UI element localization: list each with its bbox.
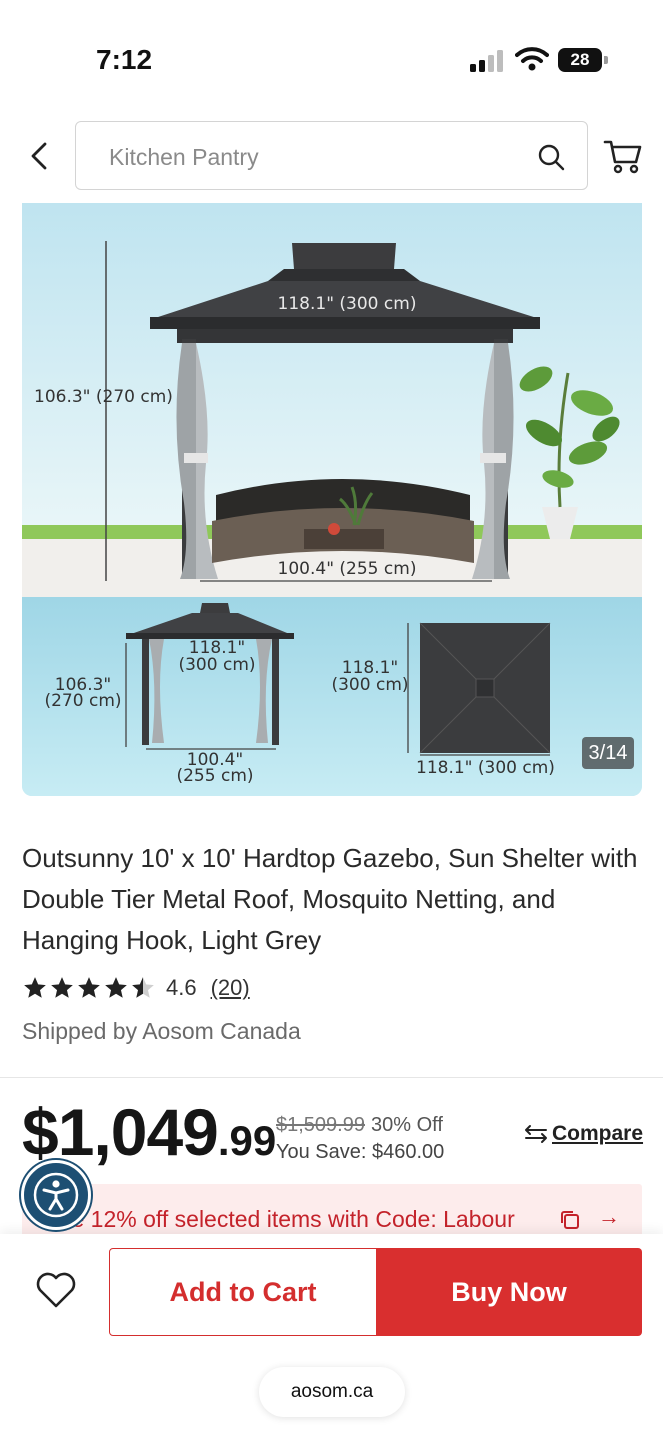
shipped-by-text: Shipped by Aosom Canada xyxy=(22,1018,301,1044)
wifi-icon xyxy=(515,47,549,71)
top-side-label-2: (300 cm) xyxy=(331,675,409,695)
rating-row[interactable]: 4.6 (20) xyxy=(22,972,250,1004)
star-half-icon xyxy=(132,977,154,998)
price-cents: .99 xyxy=(217,1117,277,1164)
product-image-gallery[interactable]: 118.1" (300 cm) 106.3" (270 cm) 100.4" (… xyxy=(22,203,642,796)
search-icon[interactable] xyxy=(537,143,565,171)
cart-icon[interactable] xyxy=(603,136,643,176)
copy-icon[interactable] xyxy=(558,1208,582,1232)
star-full-icon xyxy=(51,977,73,998)
roof-width-label: 118.1" (300 cm) xyxy=(277,294,417,314)
star-full-icon xyxy=(24,977,46,998)
cellular-signal-icon xyxy=(470,50,503,72)
small-base-label-2: (255 cm) xyxy=(176,766,254,786)
promo-text: ve 12% off selected items with Code: Lab… xyxy=(60,1206,515,1232)
height-label: 106.3" (270 cm) xyxy=(34,387,173,407)
accessibility-icon xyxy=(33,1172,79,1218)
star-full-icon xyxy=(78,977,100,998)
current-price: $1,049.99 xyxy=(22,1094,276,1170)
price-dollars: $1,049 xyxy=(22,1095,219,1169)
section-divider xyxy=(0,1077,663,1078)
battery-indicator: 28 xyxy=(558,48,608,72)
compare-label: Compare xyxy=(552,1122,644,1145)
promo-arrow-icon[interactable]: → xyxy=(598,1204,620,1230)
rating-score: 4.6 xyxy=(166,975,197,1000)
compare-button[interactable]: Compare xyxy=(524,1122,643,1146)
small-roof-label-2: (300 cm) xyxy=(178,655,256,675)
you-save-text: You Save: $460.00 xyxy=(276,1141,445,1163)
base-width-label: 100.4" (255 cm) xyxy=(277,559,417,579)
top-header: Kitchen Pantry xyxy=(0,110,663,202)
original-price: $1,509.99 xyxy=(276,1114,365,1136)
back-chevron-icon[interactable] xyxy=(22,138,58,174)
compare-arrows-icon xyxy=(525,1125,547,1143)
heart-icon[interactable] xyxy=(34,1268,78,1312)
battery-percent: 28 xyxy=(570,50,590,69)
accessibility-button[interactable] xyxy=(21,1160,91,1230)
image-counter-badge: 3/14 xyxy=(582,737,634,769)
add-to-cart-button[interactable]: Add to Cart xyxy=(109,1248,377,1336)
small-height-label-2: (270 cm) xyxy=(44,691,122,711)
buy-now-button[interactable]: Buy Now xyxy=(376,1248,642,1336)
bottom-action-bar: Add to Cart Buy Now aosom.ca xyxy=(0,1234,663,1440)
search-input[interactable]: Kitchen Pantry xyxy=(75,121,588,190)
status-time: 7:12 xyxy=(96,44,153,75)
product-title: Outsunny 10' x 10' Hardtop Gazebo, Sun S… xyxy=(22,843,638,955)
star-rating xyxy=(22,975,156,1001)
top-bottom-label: 118.1" (300 cm) xyxy=(416,758,555,778)
discount-label: 30% Off xyxy=(371,1114,443,1136)
browser-url-pill[interactable]: aosom.ca xyxy=(259,1367,405,1417)
review-count-link[interactable]: (20) xyxy=(211,975,250,1001)
status-bar: 7:12 28 xyxy=(0,0,663,110)
search-placeholder: Kitchen Pantry xyxy=(109,144,259,170)
star-full-icon xyxy=(105,977,127,998)
